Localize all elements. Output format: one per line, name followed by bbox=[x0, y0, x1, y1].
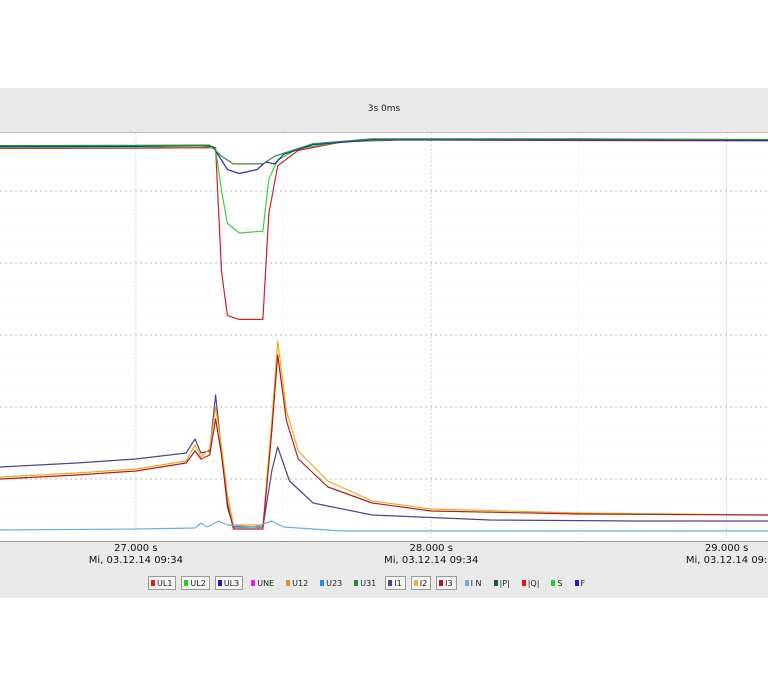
plot-svg bbox=[0, 133, 768, 541]
legend-label: I3 bbox=[445, 578, 453, 588]
series-line-ul2 bbox=[0, 138, 768, 234]
legend-item-u12[interactable]: U12 bbox=[283, 576, 312, 590]
legend-item-ul1[interactable]: UL1 bbox=[148, 576, 177, 590]
legend-swatch bbox=[439, 580, 444, 586]
x-tick-label: 29.000 s Mi, 03.12.14 09: bbox=[657, 543, 768, 567]
x-tick-value: 28.000 s bbox=[409, 543, 453, 554]
legend-swatch bbox=[521, 580, 526, 586]
x-tick-value: 29.000 s bbox=[704, 543, 749, 554]
legend-item-u23[interactable]: U23 bbox=[317, 576, 346, 590]
legend-swatch bbox=[286, 580, 291, 586]
legend-item-u31[interactable]: U31 bbox=[351, 576, 380, 590]
legend-label: U12 bbox=[292, 578, 309, 588]
legend-swatch bbox=[184, 580, 189, 586]
legend-label: UL2 bbox=[190, 578, 206, 588]
legend-item-i2[interactable]: I2 bbox=[410, 576, 432, 590]
legend-swatch bbox=[551, 580, 556, 586]
legend-item-ul2[interactable]: UL2 bbox=[181, 576, 210, 590]
x-tick-timestamp: Mi, 03.12.14 09: bbox=[685, 555, 768, 566]
x-tick-value: 27.000 s bbox=[114, 543, 158, 554]
legend-swatch bbox=[464, 580, 469, 586]
x-tick-label: 28.000 s Mi, 03.12.14 09:34 bbox=[361, 543, 501, 567]
legend-item-q[interactable]: |Q| bbox=[519, 576, 544, 590]
series-line-ul1 bbox=[0, 139, 768, 320]
legend-label: I2 bbox=[419, 578, 428, 588]
legend-item-f[interactable]: F bbox=[572, 576, 590, 590]
x-tick-label: 27.000 s Mi, 03.12.14 09:34 bbox=[66, 543, 206, 567]
legend-swatch bbox=[354, 580, 359, 586]
legend-swatch bbox=[388, 580, 393, 586]
legend-swatch bbox=[574, 580, 579, 586]
legend: UL1 UL2 UL3 UNE U12 U23 U31 I1 I2 I3 I N |P| |Q| S F bbox=[148, 576, 594, 590]
legend-label: |P| bbox=[499, 578, 510, 588]
grid-lines bbox=[0, 133, 768, 541]
plot-area[interactable] bbox=[0, 132, 768, 542]
legend-label: UNE bbox=[257, 578, 275, 588]
legend-label: UL3 bbox=[223, 578, 240, 588]
x-tick-timestamp: Mi, 03.12.14 09:34 bbox=[88, 555, 184, 566]
legend-swatch bbox=[493, 580, 498, 586]
legend-item-i1[interactable]: I1 bbox=[385, 576, 406, 590]
legend-label: I1 bbox=[394, 578, 402, 588]
legend-label: I N bbox=[470, 578, 482, 588]
legend-label: S bbox=[557, 578, 563, 588]
legend-item-in[interactable]: I N bbox=[462, 576, 486, 590]
legend-item-ul3[interactable]: UL3 bbox=[214, 576, 244, 590]
legend-swatch bbox=[320, 580, 325, 586]
series-line-u31 bbox=[0, 138, 768, 165]
legend-swatch bbox=[251, 580, 256, 586]
legend-label: |Q| bbox=[527, 578, 540, 588]
legend-label: UL1 bbox=[157, 578, 173, 588]
legend-item-i3[interactable]: I3 bbox=[436, 576, 457, 590]
legend-swatch bbox=[217, 580, 222, 586]
x-tick-timestamp: Mi, 03.12.14 09:34 bbox=[384, 555, 479, 566]
legend-label: U23 bbox=[326, 578, 343, 588]
series-line-in bbox=[0, 520, 768, 532]
legend-item-s[interactable]: S bbox=[548, 576, 566, 590]
series-line-i2 bbox=[0, 340, 768, 526]
duration-label: 3s 0ms bbox=[367, 104, 401, 114]
legend-item-une[interactable]: UNE bbox=[248, 576, 278, 590]
legend-label: F bbox=[580, 578, 586, 588]
legend-item-p[interactable]: |P| bbox=[491, 576, 514, 590]
legend-swatch bbox=[151, 580, 155, 586]
legend-label: U31 bbox=[360, 578, 377, 588]
legend-swatch bbox=[413, 580, 418, 586]
